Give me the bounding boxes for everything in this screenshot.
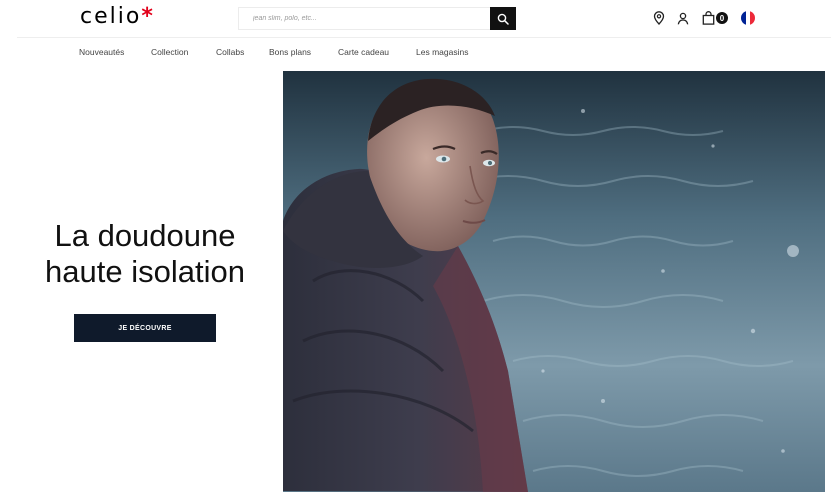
bag-icon	[702, 11, 714, 25]
nav-item-collection[interactable]: Collection	[151, 47, 216, 57]
account-button[interactable]	[675, 10, 691, 26]
hero-text-panel: La doudoune haute isolation JE DÉCOUVRE	[0, 71, 283, 492]
cart-button[interactable]	[700, 10, 716, 26]
search-bar	[238, 7, 516, 30]
store-locator-button[interactable]	[651, 10, 667, 26]
header-divider	[17, 37, 831, 38]
hero-title: La doudoune haute isolation	[0, 218, 290, 290]
discover-button[interactable]: JE DÉCOUVRE	[74, 314, 216, 342]
nav-item-les-magasins[interactable]: Les magasins	[416, 47, 468, 57]
search-icon	[497, 13, 509, 25]
search-input[interactable]	[238, 7, 490, 30]
main-nav: Nouveautés Collection Collabs Bons plans…	[79, 47, 468, 57]
search-button[interactable]	[490, 7, 516, 30]
france-flag-icon[interactable]	[741, 11, 755, 25]
nav-item-bons-plans[interactable]: Bons plans	[269, 47, 338, 57]
hero-image[interactable]	[283, 71, 825, 492]
logo-text: celio	[80, 4, 142, 29]
nav-item-nouveautes[interactable]: Nouveautés	[79, 47, 151, 57]
nav-item-collabs[interactable]: Collabs	[216, 47, 269, 57]
celio-logo[interactable]: celio*	[80, 4, 155, 29]
site-header: celio* 0	[0, 0, 831, 37]
hero-title-line-1: La doudoune	[54, 218, 236, 253]
user-icon	[677, 12, 689, 24]
cart-count-badge: 0	[716, 12, 728, 24]
nav-item-carte-cadeau[interactable]: Carte cadeau	[338, 47, 416, 57]
hero-photo-man-in-puffer-jacket	[283, 71, 825, 492]
logo-star: *	[141, 4, 155, 29]
location-pin-icon	[653, 11, 665, 25]
hero-title-line-2: haute isolation	[45, 254, 245, 289]
